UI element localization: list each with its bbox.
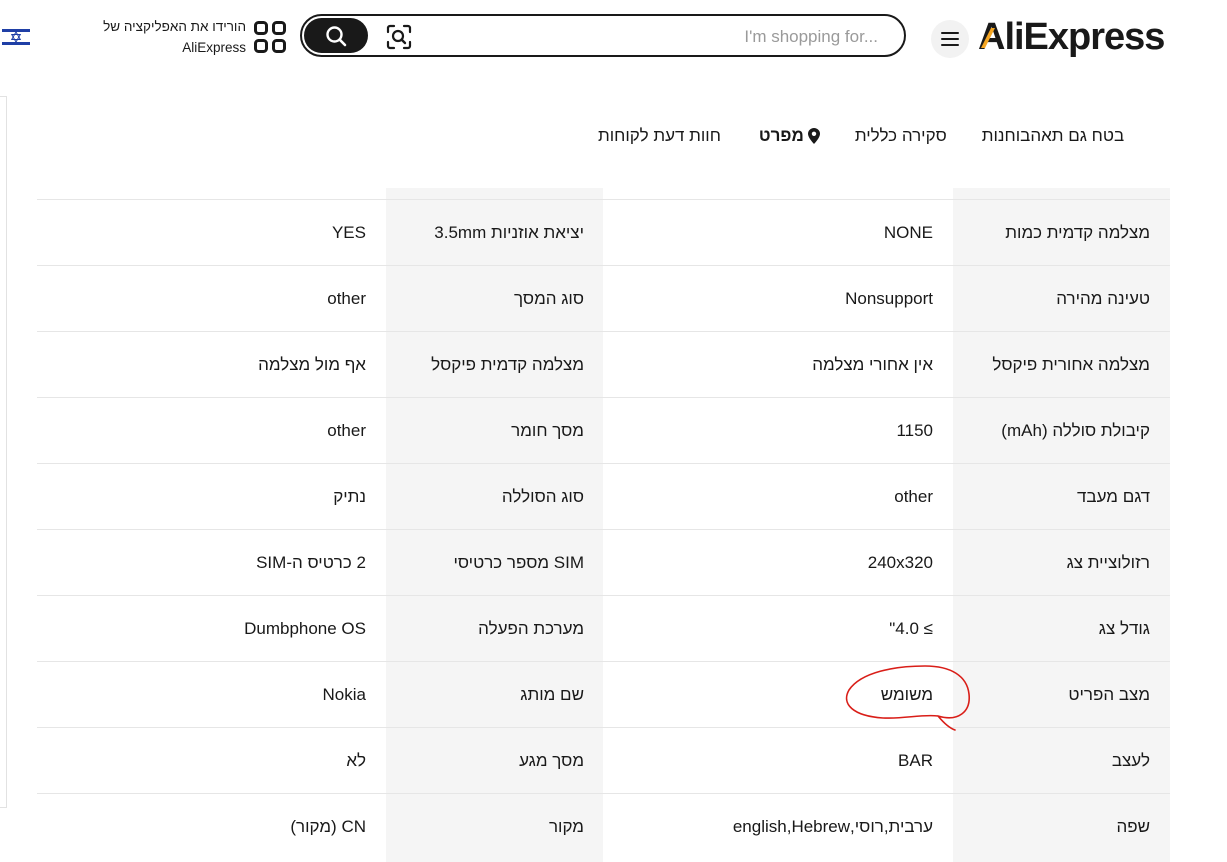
spec-row: מצב הפריט משומש שם מותג Nokia — [37, 661, 1170, 727]
spec-value: אין אחורי מצלמה — [812, 355, 933, 374]
spec-value: other — [894, 487, 933, 506]
search-bar — [300, 14, 906, 57]
spec-row: רזולוציית צג 240x320 SIM מספר כרטיסי 2 כרטי… — [37, 529, 1170, 595]
app-promo-line1: הורידו את האפליקציה של — [103, 19, 246, 34]
spec-value: ≥ 4.0" — [889, 619, 933, 638]
qr-code-icon[interactable] — [254, 21, 286, 53]
tab-specifications-label: מפרט — [758, 126, 804, 145]
spec-key: לעצב — [1111, 751, 1150, 770]
spec-key: מצלמה אחורית פיקסל — [992, 355, 1150, 374]
israel-flag-icon[interactable] — [2, 28, 30, 46]
tab-reviews[interactable]: חוות דעת לקוחות — [598, 126, 721, 146]
spec-key: מצב הפריט — [1068, 685, 1150, 704]
spec-value: Nonsupport — [845, 289, 933, 308]
spec-row: לעצב BAR מסך מגע לא — [37, 727, 1170, 793]
spec-key: שפה — [1116, 817, 1150, 836]
spec-key: גודל צג — [1098, 619, 1150, 638]
spec-row: טעינה מהירה Nonsupport סוג המסך other — [37, 265, 1170, 331]
app-promo-line2: AliExpress — [182, 40, 246, 55]
tab-recommendations-label: בטח גם תאהבו — [1015, 126, 1125, 145]
spec-key: SIM מספר כרטיסי — [453, 553, 584, 572]
spec-key: סוג המסך — [514, 289, 584, 308]
spec-value: ערבית,רוסי,english,Hebrew — [732, 817, 933, 836]
spec-key: סוג הסוללה — [501, 487, 584, 506]
hamburger-icon — [941, 32, 959, 46]
menu-button[interactable] — [931, 20, 969, 58]
search-icon — [326, 25, 347, 46]
spec-key: מקור — [548, 817, 584, 836]
search-button[interactable] — [304, 18, 368, 53]
spec-key: מסך חומר — [511, 421, 584, 440]
spec-row: דגם מעבד other סוג הסוללה נתיק — [37, 463, 1170, 529]
spec-key: דגם מעבד — [1076, 487, 1150, 506]
spec-value: 2 כרטיס ה-SIM — [256, 553, 366, 572]
spec-key: טעינה מהירה — [1056, 289, 1150, 308]
spec-row: מצלמה קדמית כמות NONE יציאת אוזניות 3.5mm Y… — [37, 199, 1170, 265]
spec-row: גודל צג ≥ 4.0" מערכת הפעלה Dumbphone OS — [37, 595, 1170, 661]
spec-row: מצלמה אחורית פיקסל אין אחורי מצלמה מצלמה ק… — [37, 331, 1170, 397]
spec-key: שם מותג — [520, 685, 584, 704]
logo-accent-icon — [981, 28, 995, 48]
search-input[interactable] — [432, 20, 880, 53]
spec-key: מצלמה קדמית פיקסל — [431, 355, 584, 374]
tab-specifications[interactable]: מפרט — [759, 126, 820, 146]
location-pin-icon — [807, 128, 820, 144]
spec-key: רזולוציית צג — [1066, 553, 1150, 572]
tab-store-label: חנות — [981, 126, 1016, 145]
spec-key: מערכת הפעלה — [478, 619, 584, 638]
spec-value: other — [327, 289, 366, 308]
app-download-promo[interactable]: הורידו את האפליקציה של AliExpress — [80, 16, 246, 58]
spec-value: Nokia — [322, 685, 366, 704]
spec-key: יציאת אוזניות 3.5mm — [434, 223, 584, 242]
tab-store[interactable]: חנות — [982, 126, 1016, 146]
tab-overview-label: סקירה כללית — [854, 126, 947, 145]
spec-value: YES — [331, 223, 366, 242]
image-search-icon[interactable] — [386, 24, 412, 50]
spec-value: אף מול מצלמה — [258, 355, 366, 374]
aliexpress-logo[interactable]: AliExpress — [978, 14, 1165, 60]
spec-row: קיבולת סוללה (mAh) 1150 מסך חומר other — [37, 397, 1170, 463]
left-panel-edge — [0, 96, 7, 808]
spec-value: CN (מקור) — [290, 817, 366, 836]
spec-value: משומש — [880, 685, 933, 704]
spec-value: 1150 — [896, 421, 933, 440]
spec-key: מצלמה קדמית כמות — [1005, 223, 1150, 242]
tab-overview[interactable]: סקירה כללית — [855, 126, 947, 146]
spec-key: מסך מגע — [519, 751, 584, 770]
spec-value: Dumbphone OS — [244, 619, 366, 638]
spec-value: NONE — [883, 223, 933, 242]
spec-value: 240x320 — [867, 553, 933, 572]
spec-value: נתיק — [333, 487, 366, 506]
spec-row: שפה ערבית,רוסי,english,Hebrew מקור CN (מקור… — [37, 793, 1170, 859]
spec-value: BAR — [898, 751, 933, 770]
tab-recommendations[interactable]: בטח גם תאהבו — [1016, 126, 1124, 146]
product-tabs: חוות דעת לקוחות מפרט סקירה כללית חנות בט… — [560, 118, 1140, 154]
tab-reviews-label: חוות דעת לקוחות — [598, 126, 721, 145]
spec-value: other — [327, 421, 366, 440]
spec-value: לא — [346, 751, 366, 770]
specifications-table: מצלמה קדמית כמות NONE יציאת אוזניות 3.5mm Y… — [37, 188, 1170, 862]
spec-key: קיבולת סוללה (mAh) — [1001, 421, 1150, 440]
